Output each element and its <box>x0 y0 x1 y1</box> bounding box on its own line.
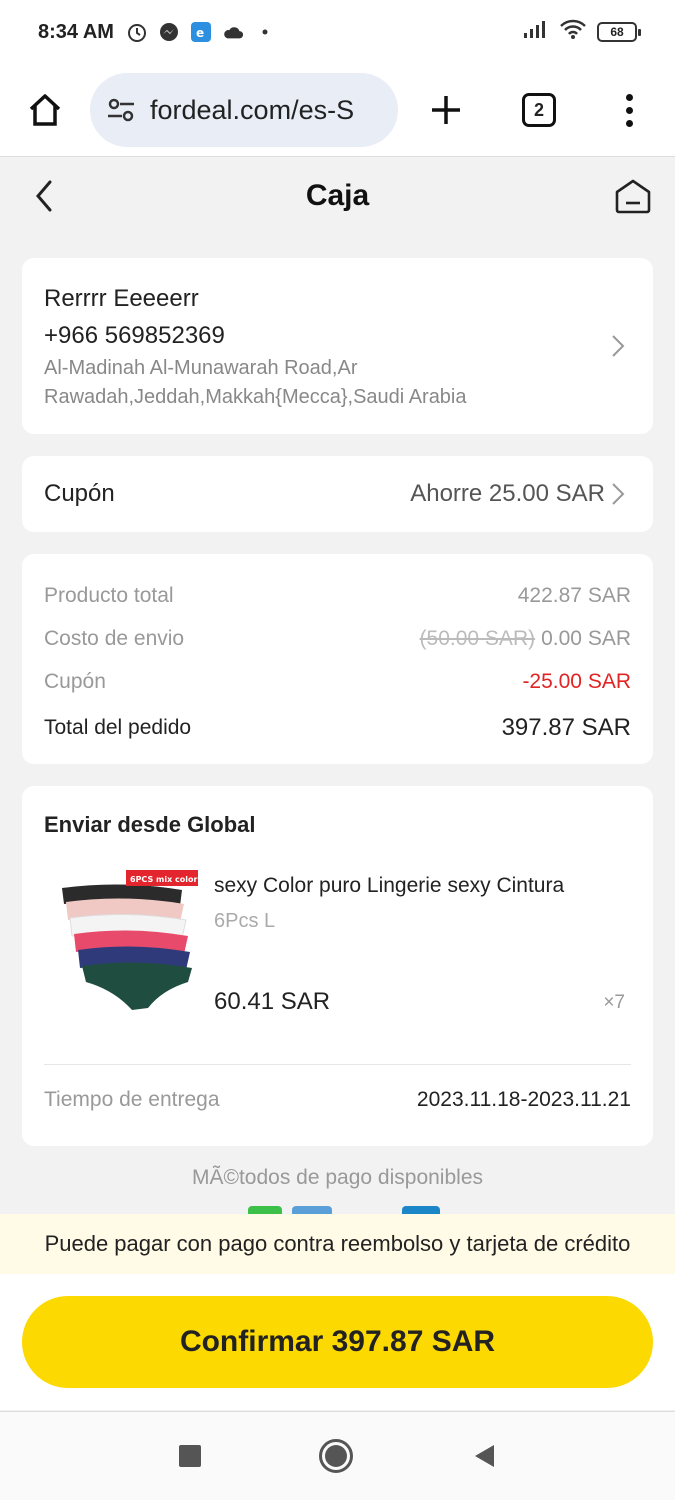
recent-apps-icon[interactable] <box>179 1445 202 1467</box>
shipping-cost-value: 0.00 SAR <box>541 626 631 650</box>
plus-icon <box>432 96 460 124</box>
recipient-phone: +966 569852369 <box>44 322 225 349</box>
product-total-label: Producto total <box>44 583 174 607</box>
coupon-card[interactable]: Cupón Ahorre 25.00 SAR <box>22 456 653 532</box>
system-navigation-bar <box>0 1411 675 1500</box>
coupon-discount-label: Cupón <box>44 669 106 693</box>
battery-icon: 68 <box>597 22 641 42</box>
home-nav-dot <box>325 1445 348 1467</box>
cloud-icon <box>222 21 244 43</box>
product-name[interactable]: sexy Color puro Lingerie sexy Cintura <box>214 874 564 898</box>
order-total-label: Total del pedido <box>44 716 192 739</box>
checkout-footer: Confirmar 397.87 SAR <box>0 1274 675 1410</box>
product-variant: 6Pcs L <box>214 910 276 932</box>
home-icon[interactable] <box>613 176 653 216</box>
browser-toolbar: fordeal.com/es-S 2 <box>0 64 675 157</box>
notification-dot-icon <box>254 21 276 43</box>
address-line-2: Rawadah,Jeddah,Makkah{Mecca},Saudi Arabi… <box>44 386 467 408</box>
home-icon <box>29 94 61 126</box>
shipment-card: Enviar desde Global 6PCS mix color sexy … <box>22 786 653 1146</box>
coupon-label: Cupón <box>44 480 115 507</box>
status-bar: 8:34 AM e 68 <box>0 0 675 64</box>
site-settings-icon[interactable] <box>106 95 136 125</box>
product-total-row: Producto total 422.87 SAR <box>44 574 631 617</box>
delivery-time-value: 2023.11.18-2023.11.21 <box>416 1088 631 1111</box>
coupon-savings: Ahorre 25.00 SAR <box>410 480 605 507</box>
shipping-address-card[interactable]: Rerrrr Eeeeerr +966 569852369 Al-Madinah… <box>22 258 653 434</box>
delivery-time-label: Tiempo de entrega <box>44 1088 220 1111</box>
svg-text:e: e <box>196 26 204 40</box>
browser-app-icon: e <box>190 21 212 43</box>
recipient-name: Rerrrr Eeeeerr <box>44 285 199 312</box>
tab-count: 2 <box>522 93 556 127</box>
status-time: 8:34 AM <box>38 20 114 43</box>
chevron-right-icon <box>612 335 625 357</box>
new-tab-button[interactable] <box>398 94 494 126</box>
payment-methods-title: MÃ©todos de pago disponibles <box>192 1166 483 1189</box>
chevron-right-icon <box>612 483 625 505</box>
shipping-cost-row: Costo de envio (50.00 SAR) 0.00 SAR <box>44 617 631 660</box>
home-nav-icon[interactable] <box>319 1439 354 1473</box>
back-triangle-icon[interactable] <box>472 1443 496 1469</box>
back-arrow-icon[interactable] <box>30 178 60 214</box>
alarm-icon <box>126 21 148 43</box>
wifi-icon <box>559 18 587 46</box>
delivery-time-row: Tiempo de entrega 2023.11.18-2023.11.21 <box>44 1065 631 1135</box>
menu-dot-icon <box>625 93 633 101</box>
order-summary-card: Producto total 422.87 SAR Costo de envio… <box>22 554 653 764</box>
more-menu-button[interactable] <box>584 93 674 127</box>
product-item[interactable]: 6PCS mix color sexy Color puro Lingerie … <box>44 860 631 1050</box>
messenger-icon <box>158 21 180 43</box>
page-header: Caja <box>0 158 675 234</box>
cod-notice-banner: Puede pagar con pago contra reembolso y … <box>0 1214 675 1274</box>
product-price: 60.41 SAR <box>214 988 331 1015</box>
address-line-1: Al-Madinah Al-Munawarah Road,Ar <box>44 357 358 379</box>
order-total-value: 397.87 SAR <box>501 714 631 741</box>
address-bar[interactable]: fordeal.com/es-S <box>90 73 398 147</box>
battery-level: 68 <box>610 25 624 39</box>
page-title: Caja <box>305 179 370 212</box>
order-total-row: Total del pedido 397.87 SAR <box>44 703 631 753</box>
product-image-tag: 6PCS mix color <box>130 875 197 884</box>
menu-dot-icon <box>625 119 633 127</box>
shipping-cost-label: Costo de envio <box>44 626 185 650</box>
signal-icon <box>523 19 549 45</box>
product-image[interactable]: 6PCS mix color <box>52 868 202 1018</box>
shipping-original-price: (50.00 SAR) <box>419 626 536 650</box>
product-total-value: 422.87 SAR <box>517 583 631 607</box>
home-button[interactable] <box>0 64 90 157</box>
tab-switcher-button[interactable]: 2 <box>494 93 584 127</box>
url-text: fordeal.com/es-S <box>150 94 355 125</box>
menu-dot-icon <box>625 106 633 114</box>
shipment-title: Enviar desde Global <box>44 812 256 837</box>
confirm-order-button[interactable]: Confirmar 397.87 SAR <box>22 1296 653 1388</box>
coupon-discount-row: Cupón -25.00 SAR <box>44 660 631 703</box>
coupon-discount-value: -25.00 SAR <box>522 669 631 693</box>
product-quantity: ×7 <box>603 992 625 1013</box>
